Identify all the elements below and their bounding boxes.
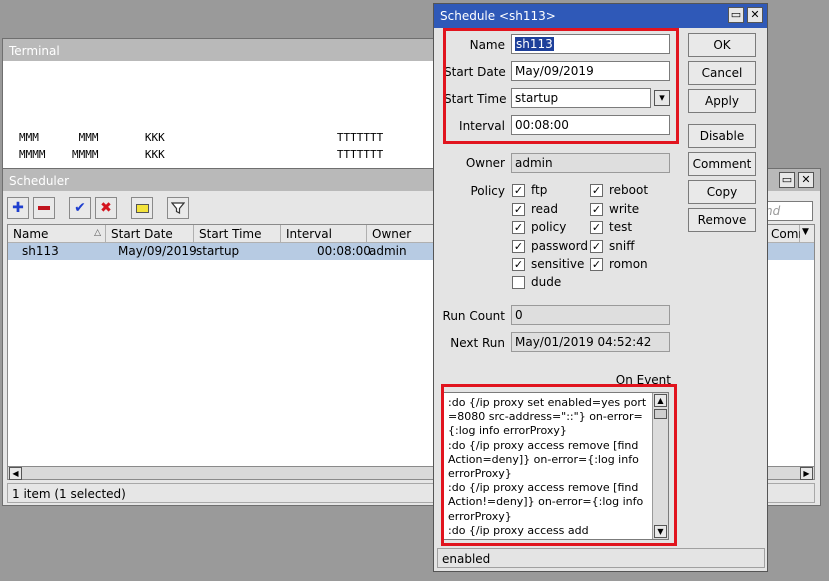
scroll-right-icon[interactable]: ▶ [800, 467, 813, 480]
next-run-input: May/01/2019 04:52:42 [511, 332, 670, 352]
sort-arrow-icon: △ [94, 228, 101, 238]
name-input[interactable]: sh113 [511, 34, 670, 54]
apply-button[interactable]: Apply [688, 89, 756, 113]
terminal-line: MMM MMM KKK TTTTTTT [19, 131, 384, 144]
cell-name: sh113 [22, 244, 59, 258]
on-event-textarea[interactable]: :do {/ip proxy set enabled=yes port=8080… [443, 392, 669, 540]
run-count-input: 0 [511, 305, 670, 325]
checkbox-icon: ✓ [512, 202, 525, 216]
comment-button[interactable]: Comment [688, 152, 756, 176]
policy-sniff-checkbox[interactable]: ✓ sniff [590, 239, 634, 253]
start-date-input[interactable]: May/09/2019 [511, 61, 670, 81]
terminal-title: Terminal [3, 39, 441, 61]
enable-icon[interactable]: ✔ [69, 197, 91, 219]
schedule-dialog[interactable]: Schedule <sh113> ▭ ✕ Name sh113 Start Da… [433, 3, 768, 572]
policy-read-checkbox[interactable]: ✓ read [512, 202, 558, 216]
column-header-interval[interactable]: Interval [281, 225, 367, 243]
start-time-input[interactable]: startup [511, 88, 651, 108]
close-icon[interactable]: ✕ [798, 172, 814, 188]
policy-sensitive-checkbox[interactable]: ✓ sensitive [512, 257, 584, 271]
interval-input[interactable]: 00:08:00 [511, 115, 670, 135]
checkbox-icon: ✓ [512, 183, 525, 197]
scroll-thumb[interactable] [654, 409, 667, 419]
close-icon[interactable]: ✕ [747, 7, 763, 23]
checkbox-icon: ✓ [590, 183, 603, 197]
vertical-scrollbar[interactable]: ▲ ▼ [652, 393, 668, 539]
checkbox-icon [512, 275, 525, 289]
checkbox-icon: ✓ [590, 202, 603, 216]
on-event-text: :do {/ip proxy set enabled=yes port=8080… [448, 396, 647, 537]
cell-owner: admin [369, 244, 407, 258]
ok-button[interactable]: OK [688, 33, 756, 57]
next-run-label: Next Run [450, 336, 505, 350]
remove-icon[interactable] [33, 197, 55, 219]
policy-reboot-checkbox[interactable]: ✓ reboot [590, 183, 648, 197]
policy-test-checkbox[interactable]: ✓ test [590, 220, 632, 234]
owner-label: Owner [465, 156, 505, 170]
policy-password-checkbox[interactable]: ✓ password [512, 239, 588, 253]
dialog-status: enabled [437, 548, 765, 568]
checkbox-icon: ✓ [512, 239, 525, 253]
run-count-label: Run Count [442, 309, 505, 323]
cell-start-date: May/09/2019 [118, 244, 197, 258]
remove-button[interactable]: Remove [688, 208, 756, 232]
comment-icon[interactable] [131, 197, 153, 219]
cancel-button[interactable]: Cancel [688, 61, 756, 85]
add-icon[interactable]: ✚ [7, 197, 29, 219]
checkbox-icon: ✓ [512, 257, 525, 271]
policy-write-checkbox[interactable]: ✓ write [590, 202, 639, 216]
scroll-up-icon[interactable]: ▲ [654, 394, 667, 407]
policy-label: Policy [470, 184, 505, 198]
filter-icon[interactable] [167, 197, 189, 219]
policy-ftp-checkbox[interactable]: ✓ ftp [512, 183, 547, 197]
restore-icon[interactable]: ▭ [779, 172, 795, 188]
terminal-body[interactable]: MMM MMM KKK TTTTTTT MMMM MMMM KKK TTTTTT… [3, 61, 441, 172]
disable-icon[interactable]: ✖ [95, 197, 117, 219]
column-header-name[interactable]: Name △ [8, 225, 106, 243]
dialog-title: Schedule <sh113> [434, 4, 767, 28]
scroll-left-icon[interactable]: ◀ [9, 467, 22, 480]
start-time-dropdown-icon[interactable]: ▾ [654, 90, 670, 106]
checkbox-icon: ✓ [512, 220, 525, 234]
copy-button[interactable]: Copy [688, 180, 756, 204]
restore-icon[interactable]: ▭ [728, 7, 744, 23]
column-header-owner[interactable]: Owner [367, 225, 441, 243]
start-time-label: Start Time [444, 92, 507, 106]
checkbox-icon: ✓ [590, 239, 603, 253]
column-menu-icon[interactable]: ▼ [800, 225, 814, 243]
disable-button[interactable]: Disable [688, 124, 756, 148]
policy-romon-checkbox[interactable]: ✓ romon [590, 257, 648, 271]
start-date-label: Start Date [444, 65, 506, 79]
scroll-down-icon[interactable]: ▼ [654, 525, 667, 538]
checkbox-icon: ✓ [590, 257, 603, 271]
policy-dude-checkbox[interactable]: dude [512, 275, 561, 289]
interval-label: Interval [459, 119, 505, 133]
cell-start-time: startup [196, 244, 240, 258]
cell-interval: 00:08:00 [317, 244, 371, 258]
name-label: Name [469, 38, 505, 52]
name-value: sh113 [515, 37, 554, 51]
owner-input: admin [511, 153, 670, 173]
find-input[interactable]: nd [761, 201, 813, 221]
on-event-label: On Event [615, 373, 671, 387]
column-header-start-time[interactable]: Start Time [194, 225, 281, 243]
column-header-comment[interactable]: Comm [766, 225, 810, 243]
terminal-window[interactable]: Terminal MMM MMM KKK TTTTTTT MMMM MMMM K… [2, 38, 442, 173]
column-header-start-date[interactable]: Start Date [106, 225, 194, 243]
checkbox-icon: ✓ [590, 220, 603, 234]
terminal-line: MMMM MMMM KKK TTTTTTT [19, 148, 384, 161]
policy-policy-checkbox[interactable]: ✓ policy [512, 220, 566, 234]
